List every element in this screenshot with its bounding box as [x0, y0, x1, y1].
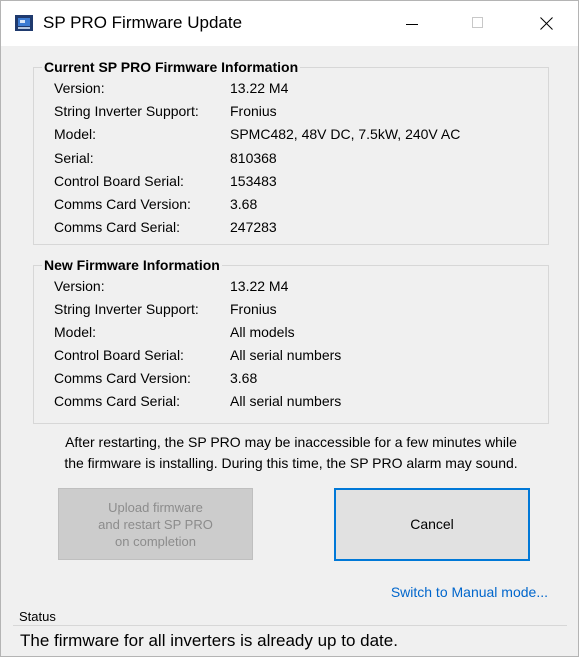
info-label: String Inverter Support:	[54, 301, 199, 317]
info-value: 3.68	[230, 196, 258, 212]
new-firmware-group: New Firmware Information Version: 13.22 …	[33, 256, 549, 424]
restart-warning-text: After restarting, the SP PRO may be inac…	[33, 432, 549, 474]
close-button[interactable]	[523, 1, 569, 46]
info-value: All serial numbers	[230, 393, 342, 409]
sp-pro-app-icon	[15, 15, 33, 31]
info-label: Control Board Serial:	[54, 173, 184, 189]
info-label: Version:	[54, 80, 105, 96]
firmware-update-window: SP PRO Firmware Update Current SP PRO Fi…	[0, 0, 579, 657]
current-firmware-group-title: Current SP PRO Firmware Information	[42, 58, 301, 76]
status-message: The firmware for all inverters is alread…	[20, 631, 398, 650]
info-value: 3.68	[230, 370, 258, 386]
info-value: Fronius	[230, 103, 277, 119]
info-label: Comms Card Serial:	[54, 393, 181, 409]
info-label: Comms Card Version:	[54, 196, 191, 212]
upload-firmware-button[interactable]: Upload firmware and restart SP PRO on co…	[58, 488, 253, 560]
cancel-button[interactable]: Cancel	[334, 488, 530, 561]
info-value: 153483	[230, 173, 277, 189]
current-firmware-group: Current SP PRO Firmware Information Vers…	[33, 58, 549, 245]
minimize-button[interactable]	[389, 1, 435, 46]
maximize-button[interactable]	[455, 1, 501, 46]
info-value: All models	[230, 324, 295, 340]
window-title: SP PRO Firmware Update	[43, 13, 243, 32]
new-firmware-group-title: New Firmware Information	[42, 256, 222, 274]
info-label: Comms Card Version:	[54, 370, 191, 386]
minimize-icon	[406, 24, 418, 25]
info-value: All serial numbers	[230, 347, 342, 363]
info-value: 13.22 M4	[230, 80, 289, 96]
status-panel: The firmware for all inverters is alread…	[13, 625, 567, 656]
info-label: Model:	[54, 126, 97, 142]
info-value: 13.22 M4	[230, 278, 289, 294]
info-value: 810368	[230, 150, 277, 166]
info-value: 247283	[230, 219, 277, 235]
info-label: Serial:	[54, 150, 94, 166]
warning-line: the firmware is installing. During this …	[64, 455, 518, 471]
warning-line: After restarting, the SP PRO may be inac…	[65, 434, 517, 450]
switch-to-manual-mode-link[interactable]: Switch to Manual mode...	[341, 584, 548, 600]
info-label: Comms Card Serial:	[54, 219, 181, 235]
info-label: Control Board Serial:	[54, 347, 184, 363]
status-label: Status	[19, 609, 56, 624]
info-value: SPMC482, 48V DC, 7.5kW, 240V AC	[230, 126, 461, 142]
upload-button-label: and restart SP PRO	[98, 517, 213, 532]
title-bar[interactable]: SP PRO Firmware Update	[1, 1, 578, 46]
info-label: Version:	[54, 278, 105, 294]
maximize-icon	[472, 17, 483, 28]
info-label: String Inverter Support:	[54, 103, 199, 119]
info-label: Model:	[54, 324, 97, 340]
info-value: Fronius	[230, 301, 277, 317]
upload-button-label: on completion	[115, 534, 196, 549]
upload-button-label: Upload firmware	[108, 500, 203, 515]
